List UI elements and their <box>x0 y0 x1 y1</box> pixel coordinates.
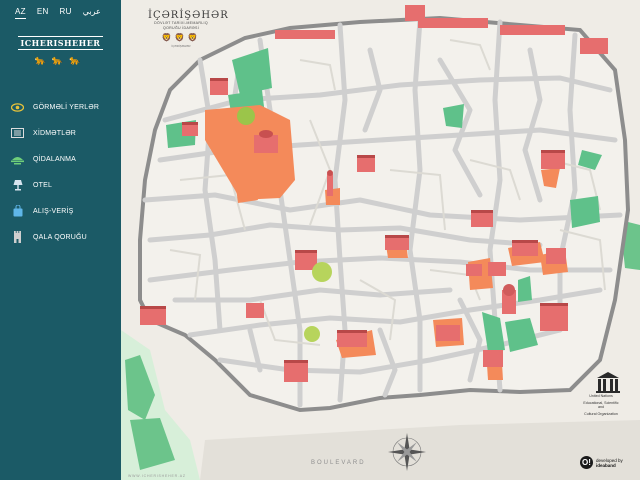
logo-text: ICHERISHEHER <box>17 36 104 50</box>
landmark-building[interactable] <box>337 330 367 347</box>
menu-item-label: QALA QORUĞU <box>33 233 87 241</box>
landmark-building[interactable] <box>541 150 565 169</box>
lamp-icon <box>11 179 24 191</box>
menu-item-shopping[interactable]: ALIŞ-VERİŞ <box>11 198 99 224</box>
menu-item-label: XİDMƏTLƏR <box>33 129 77 137</box>
lang-az[interactable]: AZ <box>15 7 26 19</box>
landmark-building[interactable] <box>140 306 166 325</box>
map-small-text: İÇƏRİŞƏHƏR <box>171 44 191 48</box>
menu-item-food[interactable]: QİDALANMA <box>11 146 99 172</box>
menu-item-sights[interactable]: GÖRMƏLİ YERLƏR <box>11 94 99 120</box>
map-title-block: İÇƏRİŞƏHƏR DÖVLƏT TARİXİ-MEMARLIQ QORUĞU… <box>148 10 229 48</box>
menu-item-hotel[interactable]: OTEL <box>11 172 99 198</box>
food-icon <box>11 153 24 165</box>
landmark-building[interactable] <box>540 303 568 331</box>
language-switcher: AZ EN RU عربي <box>15 7 101 19</box>
unesco-logo: United Nations Educational, Scientific a… <box>581 392 621 416</box>
landmark-building[interactable] <box>246 303 264 318</box>
menu-item-label: GÖRMƏLİ YERLƏR <box>33 103 100 111</box>
unesco-line-3: Cultural Organization <box>584 411 618 416</box>
website-label: WWW.ICHERISHEHER.AZ <box>128 474 186 478</box>
menu-item-fortress[interactable]: QALA QORUĞU <box>11 224 99 250</box>
category-menu: GÖRMƏLİ YERLƏR XİDMƏTLƏR QİDALANMA OTEL … <box>11 94 99 250</box>
lang-ru[interactable]: RU <box>60 7 72 19</box>
park-area <box>518 276 532 302</box>
landmark-building[interactable] <box>436 325 460 341</box>
landmark-building[interactable] <box>210 78 228 95</box>
landmark-building[interactable] <box>466 264 482 276</box>
shopping-bag-icon <box>11 205 24 217</box>
menu-item-label: OTEL <box>33 181 53 189</box>
services-icon <box>11 127 24 139</box>
landmark-building[interactable] <box>357 155 375 172</box>
developer-text: developed by ideaband <box>596 458 623 468</box>
developer-line-1: developed by <box>596 457 623 463</box>
landmark-building[interactable] <box>284 360 308 382</box>
lang-ar[interactable]: عربي <box>83 7 101 19</box>
lang-en[interactable]: EN <box>37 7 49 19</box>
maiden-tower-icon[interactable] <box>502 284 516 314</box>
landmark-building[interactable] <box>483 350 503 367</box>
landmark-building[interactable] <box>471 210 493 227</box>
landmark-building[interactable] <box>488 262 506 276</box>
eye-icon <box>11 101 24 113</box>
logo-animals: 🐆🐆🐆 <box>34 55 87 65</box>
landmark-building[interactable] <box>512 240 538 256</box>
ideaband-logo-icon: O! <box>580 456 593 469</box>
map-title: İÇƏRİŞƏHƏR <box>148 10 229 21</box>
map-canvas[interactable]: İÇƏRİŞƏHƏR DÖVLƏT TARİXİ-MEMARLIQ QORUĞU… <box>121 0 640 480</box>
landmark-building[interactable] <box>385 235 409 250</box>
developer-line-2: ideaband <box>596 462 616 468</box>
map-svg <box>121 0 640 480</box>
landmark-building[interactable] <box>182 122 198 136</box>
sidebar: AZ EN RU عربي ICHERISHEHER 🐆🐆🐆 GÖRMƏLİ Y… <box>0 0 121 480</box>
unesco-line-2: Educational, Scientific and <box>583 400 619 410</box>
developer-credit[interactable]: O! developed by ideaband <box>580 456 623 469</box>
map-subtitle-2: QORUĞU İDARƏSİ <box>162 26 200 30</box>
icherisheher-logo[interactable]: ICHERISHEHER 🐆🐆🐆 <box>0 33 121 66</box>
tower-icon <box>11 231 24 243</box>
menu-item-label: QİDALANMA <box>33 155 77 163</box>
unesco-line-1: United Nations <box>589 394 613 398</box>
minaret-icon[interactable] <box>327 170 333 196</box>
menu-item-services[interactable]: XİDMƏTLƏR <box>11 120 99 146</box>
landmark-building[interactable] <box>546 248 566 264</box>
boulevard-label: BOULEVARD <box>311 460 366 466</box>
park-area <box>443 104 464 128</box>
lions-emblem: 🦁🦁🦁 <box>161 33 201 42</box>
menu-item-label: ALIŞ-VERİŞ <box>33 207 74 215</box>
